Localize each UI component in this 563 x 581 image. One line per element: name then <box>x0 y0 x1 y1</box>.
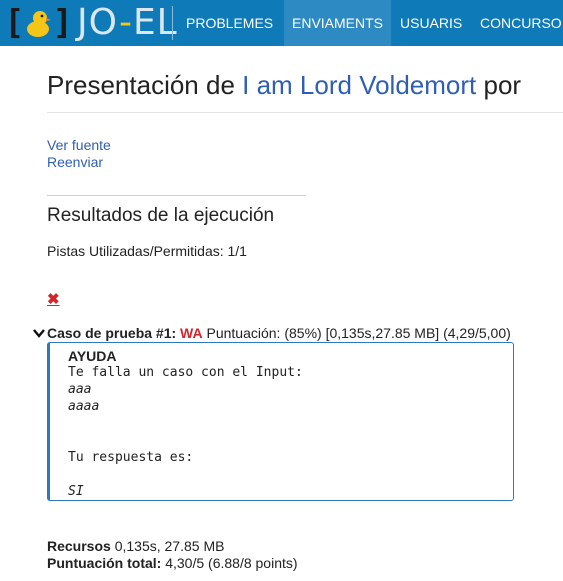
duck-icon <box>27 11 52 37</box>
answer-label: Tu respuesta es: <box>68 450 194 465</box>
verdict-badge: WA <box>180 325 203 341</box>
problem-link[interactable]: I am Lord Voldemort <box>242 70 476 100</box>
logo-bracket-left: [ <box>4 3 25 43</box>
logo-bracket-right: ] <box>52 3 73 43</box>
view-source-link[interactable]: Ver fuente <box>47 137 111 153</box>
logo-text-dash: - <box>118 2 133 43</box>
nav-divider <box>172 6 173 40</box>
resources-line: Recursos 0,135s, 27.85 MB <box>47 538 224 554</box>
logo-text: JO-EL <box>77 3 178 43</box>
hints-used: Pistas Utilizadas/Permitidas: 1/1 <box>47 243 247 259</box>
results-heading: Resultados de la ejecución <box>47 205 275 226</box>
title-prefix: Presentación de <box>47 70 243 100</box>
total-score-label: Puntuación total: <box>47 555 162 571</box>
nav-item-problemes[interactable]: PROBLEMES <box>178 0 281 46</box>
site-logo[interactable]: [ ] JO-EL <box>4 3 178 44</box>
logo-text-left: JO <box>76 2 119 43</box>
input-line-1: aaa <box>68 382 92 397</box>
test-case-header[interactable]: Caso de prueba #1: WA Puntuación: (85%) … <box>33 325 511 341</box>
title-divider <box>47 112 563 113</box>
navbar: [ ] JO-EL PROBLEMES ENVIAMENTS USUARIS C… <box>0 0 563 46</box>
nav-item-concurso[interactable]: CONCURSO <box>472 0 563 46</box>
nav-item-usuaris[interactable]: USUARIS <box>392 0 470 46</box>
section-divider <box>47 195 306 196</box>
test-case-panel: AYUDA Te falla un caso con el Input: aaa… <box>47 342 514 501</box>
page-title: Presentación de I am Lord Voldemort por <box>47 70 521 101</box>
help-message: Te falla un caso con el Input: <box>68 365 303 380</box>
chevron-down-icon[interactable] <box>33 325 47 341</box>
total-score-line: Puntuación total: 4,30/5 (6.88/8 points) <box>47 555 298 571</box>
answer-value: SI <box>68 484 84 499</box>
total-score-value: 4,30/5 (6.88/8 points) <box>161 555 298 571</box>
test-case-label: Caso de prueba #1: <box>47 325 177 341</box>
test-case-details: Puntuación: (85%) [0,135s,27.85 MB] (4,2… <box>206 325 511 341</box>
title-suffix: por <box>476 70 522 100</box>
resources-label: Recursos <box>47 538 111 554</box>
resources-value: 0,135s, 27.85 MB <box>110 538 225 554</box>
x-icon[interactable]: ✖ <box>47 290 60 308</box>
input-line-2: aaaa <box>68 399 100 414</box>
resend-link[interactable]: Reenviar <box>47 154 103 170</box>
help-title: AYUDA <box>68 348 117 364</box>
nav-item-enviaments[interactable]: ENVIAMENTS <box>284 0 392 46</box>
